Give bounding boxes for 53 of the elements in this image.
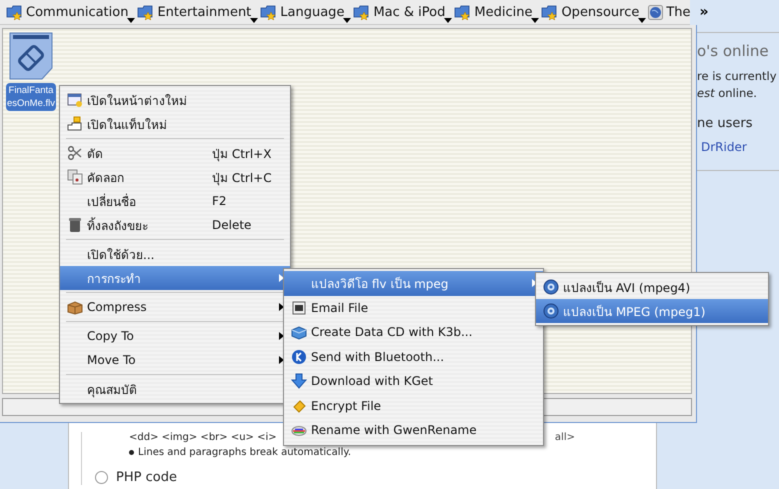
- menu-item[interactable]: ตัด ปุ่ม Ctrl+X: [60, 141, 290, 165]
- video-file-icon[interactable]: [9, 32, 53, 80]
- php-code-option[interactable]: PHP code: [95, 470, 656, 485]
- menu-item[interactable]: เปลี่ยนชื่อ F2: [60, 189, 290, 213]
- bookmark-folder[interactable]: Entertainment: [137, 4, 256, 20]
- online-text: re is currently: [697, 69, 778, 83]
- menu-item[interactable]: คัดลอก ปุ่ม Ctrl+C: [60, 165, 290, 189]
- folder-star-icon: [541, 4, 558, 20]
- menu-item[interactable]: แปลงเป็น MPEG (mpeg1): [536, 299, 768, 323]
- menu-item[interactable]: Download with KGet: [284, 369, 543, 394]
- globe-icon: [648, 4, 664, 20]
- help-text: Lines and paragraphs break automatically.: [138, 447, 352, 458]
- disc-icon: [543, 303, 559, 319]
- file-name[interactable]: FinalFanta esOnMe.flv: [6, 83, 56, 111]
- users-heading: ne users: [697, 116, 754, 131]
- user-link[interactable]: DrRider: [701, 140, 747, 154]
- folder-star-icon: [260, 4, 278, 20]
- bookmark-folder[interactable]: Medicine: [454, 4, 538, 20]
- menu-item[interactable]: Create Data CD with K3b...: [284, 320, 543, 344]
- window-icon: [67, 92, 83, 108]
- scissors-icon: [67, 145, 83, 161]
- radio-button[interactable]: [95, 471, 108, 484]
- copy-icon: [67, 169, 83, 185]
- bullet-icon: [129, 450, 134, 455]
- allowed-tags-text: <dd> <img> <br> <u> <i>: [129, 432, 277, 445]
- more-bookmarks-button[interactable]: »: [700, 4, 709, 20]
- online-text: est online.: [697, 86, 758, 100]
- cd-icon: [291, 324, 307, 340]
- folder-star-icon: [353, 4, 370, 20]
- folder-star-icon: [6, 4, 23, 20]
- menu-item[interactable]: แปลงวิดีโอ flv เป็น mpeg: [284, 271, 543, 296]
- box-icon: [67, 299, 83, 315]
- allowed-tags-text: all>: [554, 432, 575, 445]
- menu-item[interactable]: Send with Bluetooth...: [284, 344, 543, 369]
- trash-icon: [67, 217, 83, 233]
- menu-item[interactable]: ทิ้งลงถังขยะ Delete: [60, 213, 290, 237]
- bookmark-folder[interactable]: Opensource: [541, 4, 644, 20]
- menu-item[interactable]: เปิดใช้ด้วย...: [60, 242, 290, 266]
- down-arrow-icon: [291, 373, 307, 390]
- folder-star-icon: [137, 4, 154, 20]
- menu-item[interactable]: การกระทำ: [60, 266, 290, 290]
- bookmark-folder[interactable]: Language: [260, 4, 350, 20]
- block-title: o's online: [697, 42, 770, 60]
- menu-item[interactable]: เปิดในหน้าต่างใหม่: [60, 88, 290, 112]
- bookmark-folder[interactable]: The: [648, 4, 696, 20]
- k-icon: [291, 348, 307, 365]
- menu-item[interactable]: เปิดในแท็บใหม่: [60, 112, 290, 136]
- menu-item[interactable]: Encrypt File: [284, 394, 543, 418]
- folder-star-icon: [454, 4, 472, 20]
- menu-item[interactable]: Rename with GwenRename: [284, 418, 543, 442]
- bookmark-folder[interactable]: Communication: [6, 4, 134, 20]
- bookmark-folder[interactable]: Mac & iPod: [353, 4, 450, 20]
- disc-icon: [543, 279, 559, 295]
